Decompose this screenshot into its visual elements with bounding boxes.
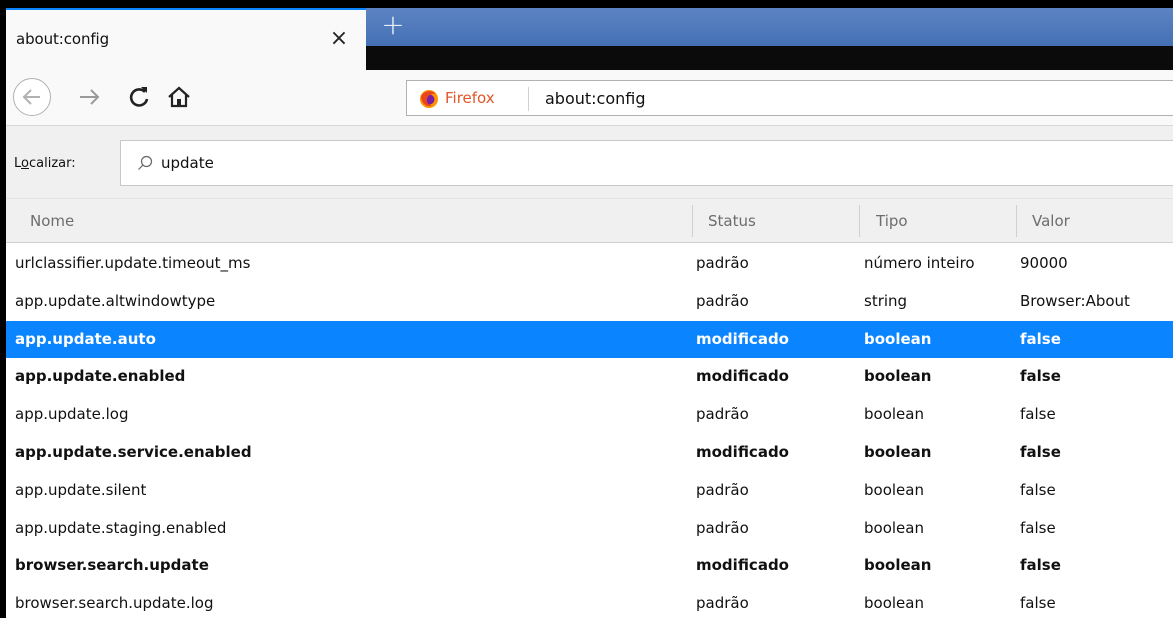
navigation-toolbar: Firefox about:config (6, 70, 1173, 126)
pref-name: app.update.staging.enabled (15, 518, 227, 537)
tab-about-config[interactable]: about:config × (6, 8, 366, 70)
search-label-prefix: L (14, 156, 22, 171)
pref-value: 90000 (1020, 254, 1068, 272)
close-tab-icon[interactable]: × (326, 26, 352, 52)
pref-value: false (1020, 329, 1061, 348)
pref-name: app.update.service.enabled (15, 443, 252, 461)
pref-name: app.update.silent (15, 480, 147, 499)
pref-name: app.update.altwindowtype (15, 291, 216, 310)
url-text[interactable]: about:config (545, 89, 646, 108)
pref-value: false (1020, 518, 1056, 537)
column-header-name[interactable]: Nome (30, 212, 74, 230)
back-arrow-icon (22, 89, 40, 105)
pref-status: modificado (696, 367, 789, 386)
column-header-status[interactable]: Status (708, 212, 756, 230)
table-row-selected[interactable]: app.update.auto modificado boolean false (6, 320, 1173, 358)
table-row[interactable]: app.update.service.enabled modificado bool… (6, 434, 1173, 471)
search-label: Localizar: (14, 156, 76, 171)
pref-value: false (1020, 556, 1061, 575)
table-row[interactable]: app.update.enabled modificado boolean false (6, 358, 1173, 395)
new-tab-button[interactable]: + (378, 11, 408, 42)
pref-type: boolean (864, 518, 924, 537)
tab-strip: about:config × + (6, 8, 1173, 70)
pref-type: boolean (864, 443, 932, 461)
home-icon[interactable] (166, 84, 192, 110)
forward-arrow-icon[interactable] (76, 84, 102, 110)
url-bar[interactable]: Firefox about:config (406, 80, 1173, 116)
tab-strip-background (366, 8, 1173, 46)
identity-label: Firefox (445, 89, 495, 107)
pref-status: padrão (696, 291, 749, 310)
column-header-type[interactable]: Tipo (876, 212, 908, 230)
column-separator[interactable] (1016, 205, 1017, 237)
table-row[interactable]: browser.search.update.log padrão boolean fa… (6, 585, 1173, 618)
table-row[interactable]: urlclassifier.update.timeout_ms padrão núm… (6, 245, 1173, 282)
pref-type: boolean (864, 405, 924, 424)
firefox-logo-icon (420, 90, 438, 108)
pref-type: número inteiro (864, 254, 975, 272)
search-label-accel: o (21, 156, 29, 171)
search-input[interactable]: update (120, 140, 1173, 186)
pref-type: boolean (864, 367, 932, 386)
table-row[interactable]: browser.search.update modificado boolean fa… (6, 547, 1173, 584)
table-row[interactable]: app.update.staging.enabled padrão boolean f… (6, 510, 1173, 547)
pref-value: false (1020, 594, 1056, 613)
back-button[interactable] (13, 78, 51, 116)
pref-value: Browser:About (1020, 291, 1130, 310)
column-header-value[interactable]: Valor (1032, 212, 1070, 230)
search-label-rest: calizar: (28, 156, 76, 171)
pref-status: padrão (696, 594, 749, 613)
column-separator[interactable] (859, 205, 860, 237)
pref-type: boolean (864, 556, 932, 575)
pref-name: app.update.enabled (15, 367, 186, 386)
pref-status: modificado (696, 329, 789, 348)
tab-title: about:config (16, 30, 110, 48)
pref-status: modificado (696, 556, 789, 575)
pref-status: padrão (696, 480, 749, 499)
browser-window: about:config × + Firefox about:config Lo… (6, 8, 1173, 618)
pref-status: padrão (696, 405, 749, 424)
url-bar-separator (528, 87, 529, 111)
search-bar: Localizar: update (6, 126, 1173, 198)
pref-name: app.update.log (15, 405, 129, 424)
table-row[interactable]: app.update.altwindowtype padrão string Brow… (6, 283, 1173, 320)
table-row[interactable]: app.update.log padrão boolean false (6, 396, 1173, 433)
table-header: Nome Status Tipo Valor (6, 198, 1173, 243)
pref-name: app.update.auto (15, 329, 156, 348)
pref-type: boolean (864, 329, 932, 348)
pref-status: modificado (696, 443, 789, 461)
pref-value: false (1020, 443, 1061, 461)
reload-icon[interactable] (126, 84, 152, 110)
pref-value: false (1020, 480, 1056, 499)
pref-name: browser.search.update (15, 556, 209, 575)
pref-status: padrão (696, 518, 749, 537)
search-value: update (161, 154, 214, 172)
search-icon (138, 155, 153, 170)
column-separator[interactable] (692, 205, 693, 237)
pref-type: string (864, 291, 908, 310)
table-row[interactable]: app.update.silent padrão boolean false (6, 472, 1173, 509)
pref-type: boolean (864, 480, 924, 499)
pref-value: false (1020, 367, 1061, 386)
pref-name: browser.search.update.log (15, 594, 214, 613)
pref-value: false (1020, 405, 1056, 424)
pref-type: boolean (864, 594, 924, 613)
pref-status: padrão (696, 254, 749, 272)
pref-name: urlclassifier.update.timeout_ms (15, 254, 251, 272)
